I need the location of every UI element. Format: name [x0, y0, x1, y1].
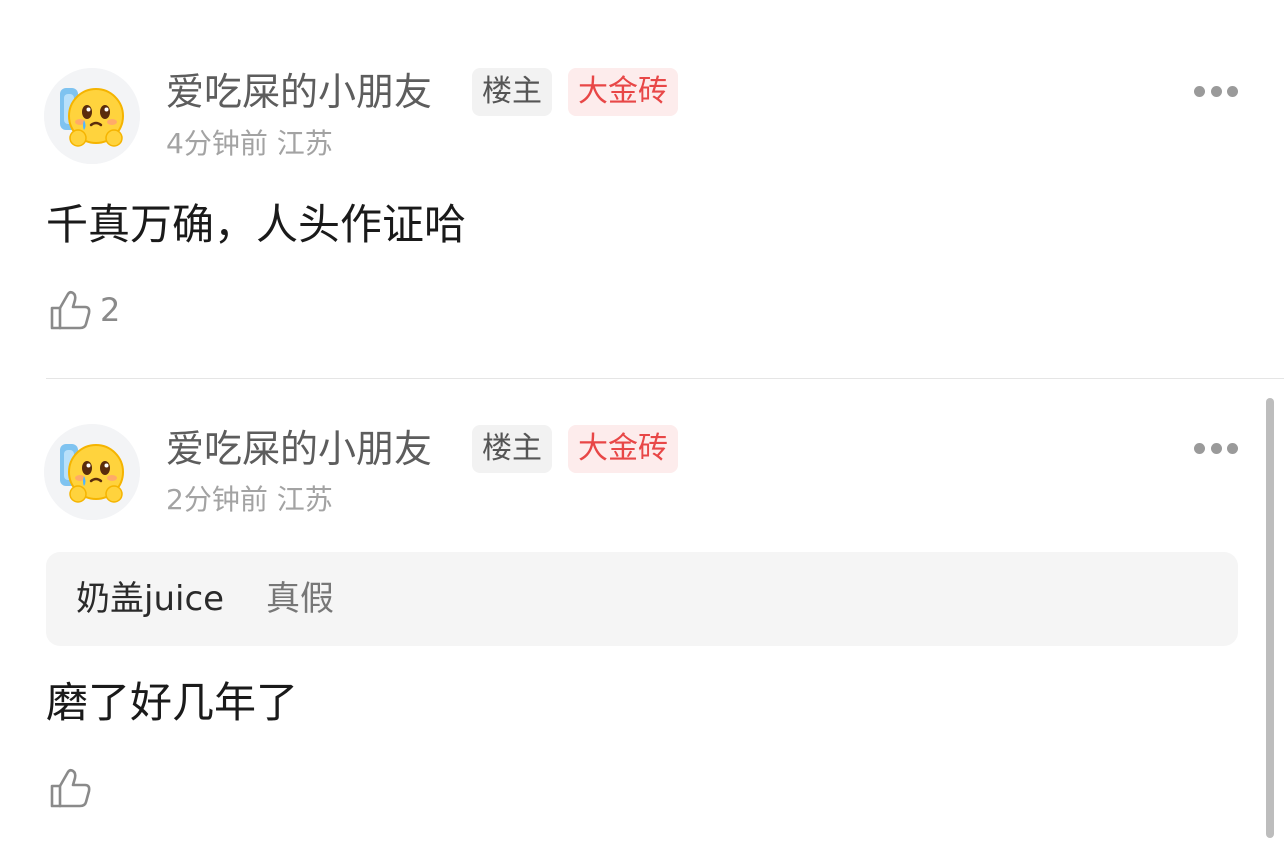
- quoted-reply[interactable]: 奶盖juice 真假: [46, 552, 1238, 646]
- host-badge: 楼主: [472, 425, 552, 473]
- quoted-text: 真假: [266, 579, 334, 619]
- comment-item: 爱吃屎的小朋友 楼主 大金砖 2分钟前 江苏 奶盖juice 真假 磨了好几年了: [0, 0, 1284, 856]
- comment-meta: 2分钟前 江苏: [166, 482, 333, 518]
- like-button[interactable]: [46, 764, 100, 812]
- scrollbar[interactable]: [1266, 398, 1274, 838]
- comment-time: 2分钟前: [166, 483, 268, 516]
- avatar[interactable]: [44, 424, 140, 520]
- more-dots-icon[interactable]: [1194, 441, 1238, 455]
- comment-thread: 爱吃屎的小朋友 楼主 大金砖 4分钟前 江苏 千真万确，人头作证哈 2 爱吃屎的…: [0, 0, 1284, 856]
- username[interactable]: 爱吃屎的小朋友: [166, 425, 432, 473]
- comment-body: 磨了好几年了: [46, 678, 299, 727]
- comment-location: 江苏: [276, 483, 333, 516]
- thumbs-up-icon: [50, 768, 91, 808]
- level-badge: 大金砖: [568, 425, 678, 473]
- crying-emoji-avatar-icon: [44, 424, 140, 520]
- quoted-username[interactable]: 奶盖juice: [76, 576, 224, 622]
